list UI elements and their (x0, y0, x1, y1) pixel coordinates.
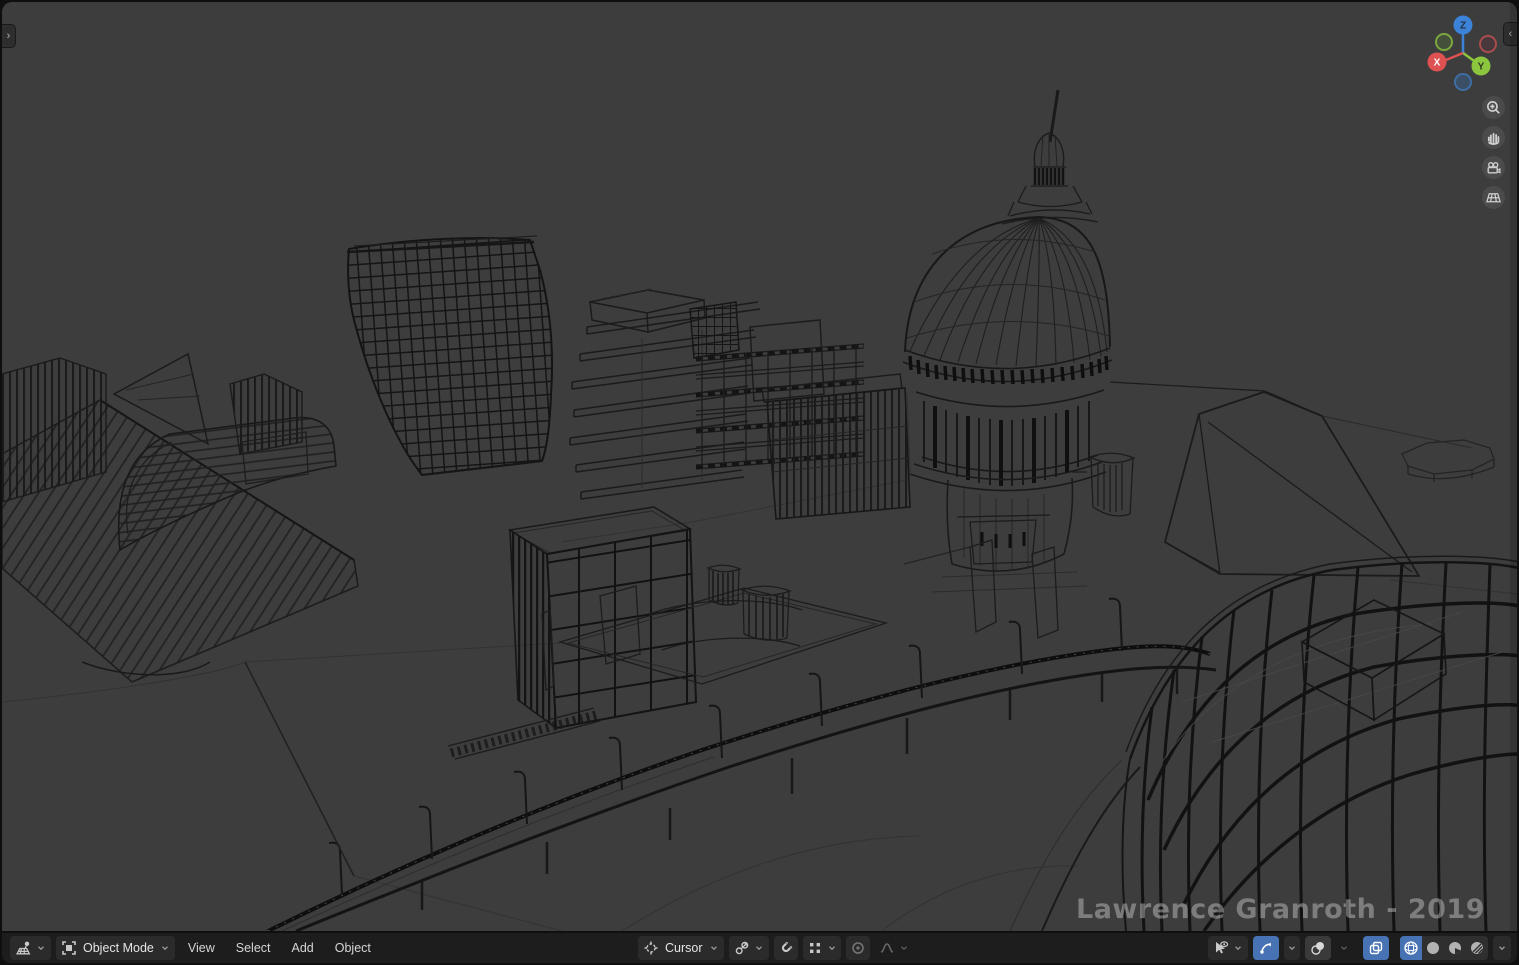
perspective-grid-icon (1485, 189, 1502, 206)
watermark-text: Lawrence Granroth - 2019 (1076, 894, 1485, 925)
sidebar-shade (1510, 2, 1517, 931)
shading-settings-dropdown[interactable] (1493, 936, 1511, 960)
snap-increment-icon (807, 940, 823, 956)
object-visibility-dropdown[interactable] (1208, 936, 1248, 960)
pivot-label: Cursor (663, 941, 705, 955)
zoom-icon (1485, 99, 1502, 116)
object-visibility-icon (1213, 940, 1229, 956)
elevated-roadway[interactable] (245, 599, 1216, 931)
shading-wireframe-icon (1403, 940, 1419, 956)
chevron-down-icon (1339, 943, 1349, 953)
overlays-toggle-icon (1310, 940, 1326, 956)
3d-viewport-editor-icon (15, 940, 32, 957)
snap-toggle-button[interactable] (774, 936, 798, 960)
capitol-dome-building[interactable] (903, 90, 1134, 592)
chevron-down-icon (709, 943, 719, 953)
shading-solid-button[interactable] (1422, 936, 1444, 960)
chevron-down-icon (1497, 943, 1507, 953)
gizmo-settings-dropdown[interactable] (1284, 936, 1300, 960)
transform-orientation-dropdown[interactable] (729, 936, 769, 960)
xray-toggle-icon (1368, 940, 1384, 956)
shading-rendered-button[interactable] (1466, 936, 1488, 960)
chevron-down-icon (754, 943, 764, 953)
perspective-toggle-button[interactable] (1482, 186, 1505, 209)
axis-neg-y-ball[interactable] (1436, 34, 1452, 50)
gizmo-toggle-icon (1258, 940, 1274, 956)
blender-window: Lawrence Granroth - 2019 Z Y X (0, 0, 1519, 965)
toolbar-expand-tab[interactable]: › (2, 24, 16, 48)
shading-material-icon (1447, 940, 1463, 956)
proportional-editing-button[interactable] (846, 936, 870, 960)
leaning-monolith[interactable] (1110, 382, 1472, 576)
transform-orientation-icon (734, 940, 750, 956)
axis-navigation-gizmo[interactable]: Z Y X (1425, 8, 1501, 96)
camera-view-button[interactable] (1482, 156, 1505, 179)
pivot-cursor-icon (643, 940, 659, 956)
shading-rendered-icon (1469, 940, 1485, 956)
chevron-down-icon (1233, 943, 1243, 953)
chevron-down-icon (160, 943, 170, 953)
flat-disc[interactable] (1402, 440, 1494, 482)
menu-add[interactable]: Add (284, 938, 322, 958)
chevron-down-icon (827, 943, 837, 953)
shading-solid-icon (1425, 940, 1441, 956)
axis-z-label: Z (1460, 21, 1466, 32)
viewport-nav-tools (1482, 96, 1505, 209)
proportional-falloff-dropdown[interactable] (875, 936, 913, 960)
chevron-down-icon (36, 943, 46, 953)
snap-settings-dropdown[interactable] (803, 936, 841, 960)
viewport-3d[interactable]: Lawrence Granroth - 2019 Z Y X (2, 2, 1517, 931)
pan-button[interactable] (1482, 126, 1505, 149)
round-tower-building[interactable] (1010, 556, 1517, 931)
show-overlays-toggle[interactable] (1305, 936, 1331, 960)
axis-x-label: X (1434, 58, 1441, 69)
zoom-button[interactable] (1482, 96, 1505, 119)
window-grid-tower[interactable] (347, 236, 552, 475)
viewport-scene (2, 2, 1517, 931)
chevron-down-icon (899, 943, 909, 953)
xray-toggle[interactable] (1363, 936, 1389, 960)
menu-view[interactable]: View (180, 938, 223, 958)
axis-neg-x-ball[interactable] (1480, 36, 1496, 52)
object-mode-icon (61, 940, 77, 956)
editor-type-dropdown[interactable] (10, 936, 51, 960)
pan-hand-icon (1485, 129, 1502, 146)
viewport-header: Object Mode View Select Add Object Curso… (2, 933, 1517, 963)
left-curved-buildings[interactable] (2, 354, 358, 682)
shading-wireframe-button[interactable] (1400, 936, 1422, 960)
snap-magnet-icon (778, 940, 794, 956)
camera-view-icon (1485, 159, 1502, 176)
mode-label: Object Mode (81, 941, 156, 955)
axis-neg-z-ball[interactable] (1455, 74, 1471, 90)
axis-y-label: Y (1478, 62, 1485, 73)
show-gizmo-toggle[interactable] (1253, 936, 1279, 960)
chevron-down-icon (1287, 943, 1297, 953)
proportional-editing-icon (850, 940, 866, 956)
overlays-settings-dropdown[interactable] (1336, 936, 1352, 960)
grid-box-building[interactable] (510, 507, 696, 728)
shading-material-button[interactable] (1444, 936, 1466, 960)
falloff-curve-icon (879, 940, 895, 956)
menu-select[interactable]: Select (228, 938, 279, 958)
pivot-point-dropdown[interactable]: Cursor (638, 936, 724, 960)
shading-mode-switch (1400, 936, 1488, 960)
mode-dropdown[interactable]: Object Mode (56, 936, 175, 960)
menu-object[interactable]: Object (327, 938, 379, 958)
